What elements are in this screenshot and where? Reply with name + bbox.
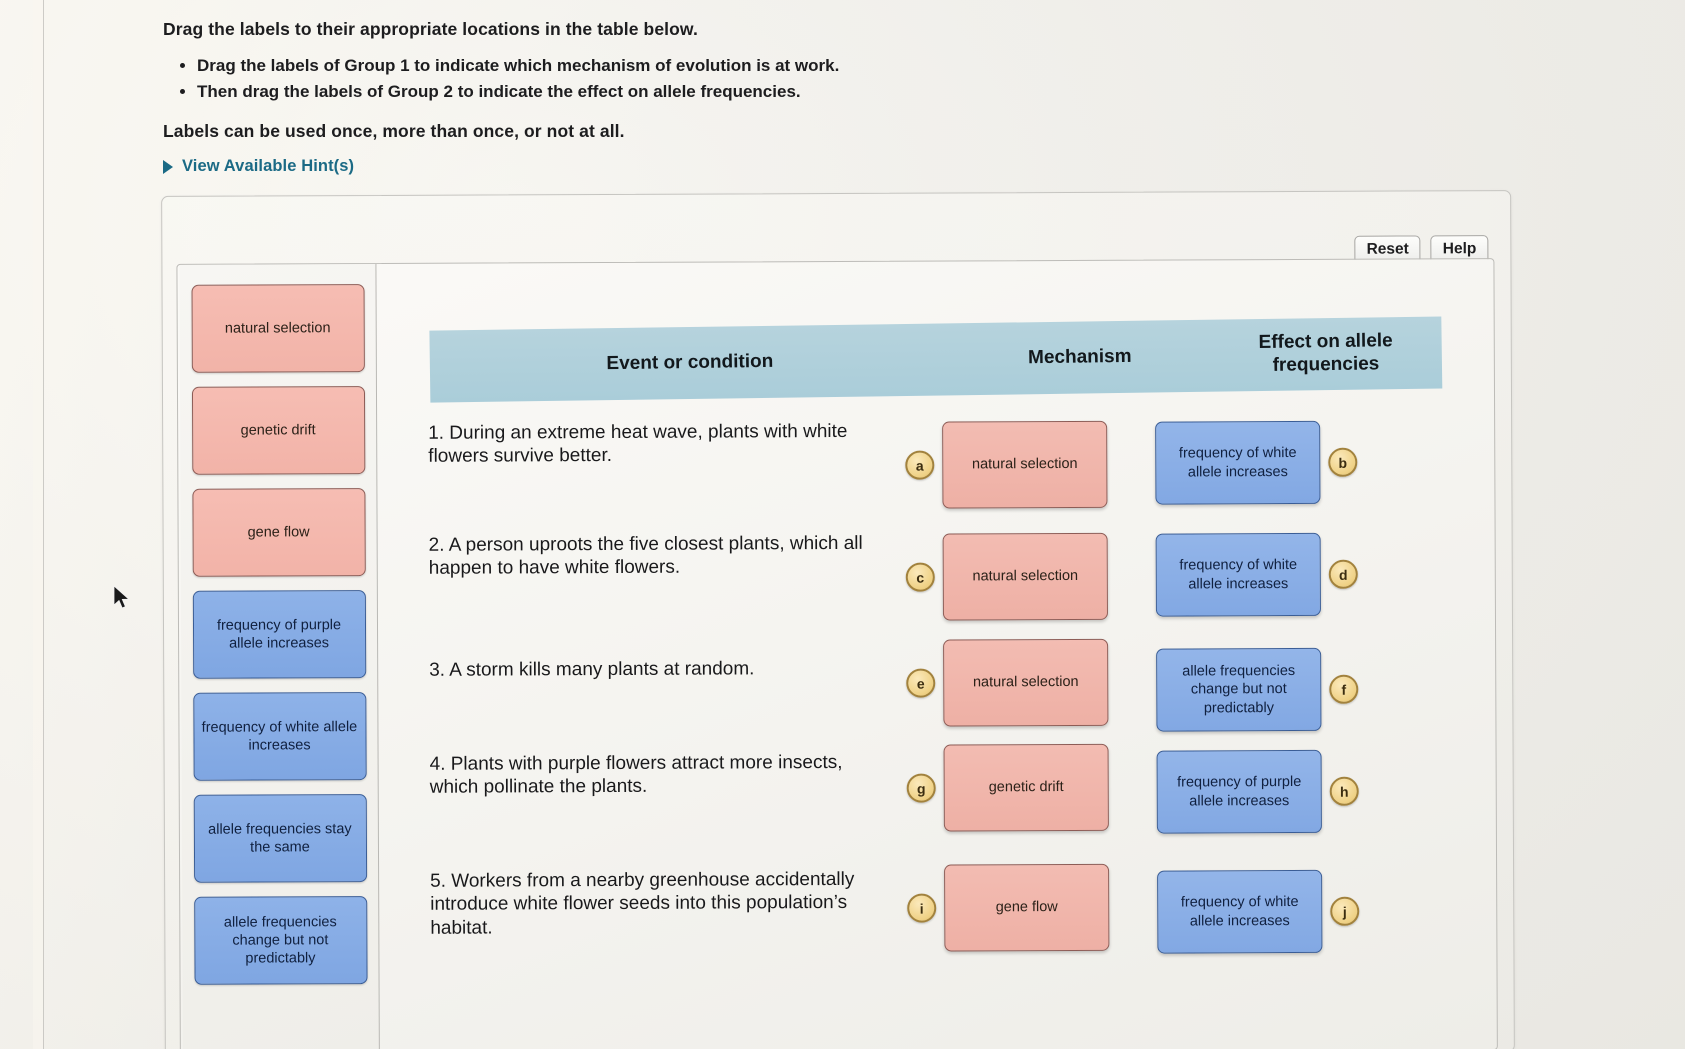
dropped-label-mechanism-3[interactable]: natural selection bbox=[943, 638, 1109, 727]
dropped-label-effect-3[interactable]: allele frequencies change but not predic… bbox=[1156, 647, 1322, 732]
bank-label-purple-allele-increases[interactable]: frequency of purple allele increases bbox=[192, 590, 366, 679]
table-row: 4. Plants with purple flowers attract mo… bbox=[379, 734, 1495, 834]
slot-badge-c: c bbox=[905, 562, 935, 592]
instructions-block: Drag the labels to their appropriate loc… bbox=[163, 18, 1063, 144]
row-effect-cell: frequency of white allele increases j bbox=[1157, 869, 1360, 954]
view-hints-toggle[interactable]: View Available Hint(s) bbox=[163, 157, 354, 176]
row-mechanism-cell: e natural selection bbox=[906, 638, 1109, 727]
column-header-mechanism: Mechanism bbox=[1027, 345, 1132, 368]
slot-badge-h: h bbox=[1329, 776, 1359, 806]
drag-drop-work-area: natural selection genetic drift gene flo… bbox=[176, 258, 1498, 1049]
dropped-label-mechanism-1[interactable]: natural selection bbox=[942, 420, 1108, 509]
dropped-label-mechanism-4[interactable]: genetic drift bbox=[943, 743, 1109, 832]
row-mechanism-cell: a natural selection bbox=[905, 420, 1108, 509]
bank-label-gene-flow[interactable]: gene flow bbox=[191, 488, 366, 577]
table-row: 5. Workers from a nearby greenhouse acci… bbox=[380, 844, 1496, 954]
column-header-event: Event or condition bbox=[606, 350, 774, 374]
dropped-label-effect-4[interactable]: frequency of purple allele increases bbox=[1156, 749, 1322, 834]
view-hints-label: View Available Hint(s) bbox=[182, 157, 355, 175]
bank-label-natural-selection[interactable]: natural selection bbox=[191, 284, 365, 373]
slot-badge-a: a bbox=[905, 450, 935, 480]
table-header-row: Event or condition Mechanism Effect on a… bbox=[429, 316, 1443, 403]
row-event-text: 3. A storm kills many plants at random. bbox=[429, 658, 755, 681]
table-row: 3. A storm kills many plants at random. … bbox=[379, 623, 1495, 732]
table-body: 1. During an extreme heat wave, plants w… bbox=[378, 399, 1497, 1049]
row-mechanism-cell: g genetic drift bbox=[906, 743, 1109, 832]
row-event-text: 4. Plants with purple flowers attract mo… bbox=[429, 751, 843, 799]
bank-label-white-allele-increases[interactable]: frequency of white allele increases bbox=[192, 692, 367, 781]
dropped-label-effect-1[interactable]: frequency of white allele increases bbox=[1155, 420, 1321, 505]
label-bank-list: natural selection genetic drift gene flo… bbox=[180, 284, 379, 985]
bank-label-frequencies-change-unpredictably[interactable]: allele frequencies change but not predic… bbox=[193, 896, 368, 985]
row-mechanism-cell: c natural selection bbox=[905, 532, 1108, 621]
dropped-label-effect-2[interactable]: frequency of white allele increases bbox=[1155, 532, 1321, 617]
instruction-primary: Drag the labels to their appropriate loc… bbox=[163, 19, 698, 39]
row-event-text: 2. A person uproots the five closest pla… bbox=[428, 532, 863, 580]
row-effect-cell: frequency of purple allele increases h bbox=[1156, 749, 1359, 834]
instruction-secondary: Labels can be used once, more than once,… bbox=[163, 120, 625, 141]
dropped-label-effect-5[interactable]: frequency of white allele increases bbox=[1157, 869, 1323, 954]
triangle-right-icon bbox=[163, 159, 173, 174]
page-edge-line bbox=[43, 0, 44, 1049]
row-event-text: 5. Workers from a nearby greenhouse acci… bbox=[430, 868, 855, 939]
slot-badge-f: f bbox=[1329, 674, 1359, 704]
slot-badge-i: i bbox=[907, 893, 937, 923]
classification-table: Event or condition Mechanism Effect on a… bbox=[377, 259, 1496, 1049]
slot-badge-j: j bbox=[1330, 896, 1360, 926]
slot-badge-e: e bbox=[906, 668, 936, 698]
row-effect-cell: frequency of white allele increases b bbox=[1155, 420, 1358, 505]
slot-badge-b: b bbox=[1328, 447, 1358, 477]
dropped-label-mechanism-2[interactable]: natural selection bbox=[942, 532, 1108, 621]
column-header-effect: Effect on allele frequencies bbox=[1258, 330, 1393, 376]
bank-label-frequencies-stay-same[interactable]: allele frequencies stay the same bbox=[193, 794, 367, 883]
instruction-bullet-list: Drag the labels of Group 1 to indicate w… bbox=[163, 54, 1063, 105]
label-bank: natural selection genetic drift gene flo… bbox=[179, 264, 380, 1049]
row-effect-cell: frequency of white allele increases d bbox=[1155, 532, 1358, 617]
activity-panel: Reset Help natural selection genetic dri… bbox=[161, 190, 1515, 1049]
table-row: 2. A person uproots the five closest pla… bbox=[379, 511, 1495, 621]
bank-label-genetic-drift[interactable]: genetic drift bbox=[191, 386, 365, 475]
row-effect-cell: allele frequencies change but not predic… bbox=[1156, 647, 1359, 732]
row-event-text: 1. During an extreme heat wave, plants w… bbox=[428, 420, 848, 468]
row-mechanism-cell: i gene flow bbox=[907, 863, 1110, 952]
slot-badge-g: g bbox=[906, 773, 936, 803]
slot-badge-d: d bbox=[1328, 559, 1358, 589]
dropped-label-mechanism-5[interactable]: gene flow bbox=[944, 863, 1110, 952]
instruction-bullet: Drag the labels of Group 1 to indicate w… bbox=[197, 54, 1063, 79]
instruction-bullet: Then drag the labels of Group 2 to indic… bbox=[197, 80, 1063, 105]
mouse-pointer-icon bbox=[113, 585, 130, 609]
